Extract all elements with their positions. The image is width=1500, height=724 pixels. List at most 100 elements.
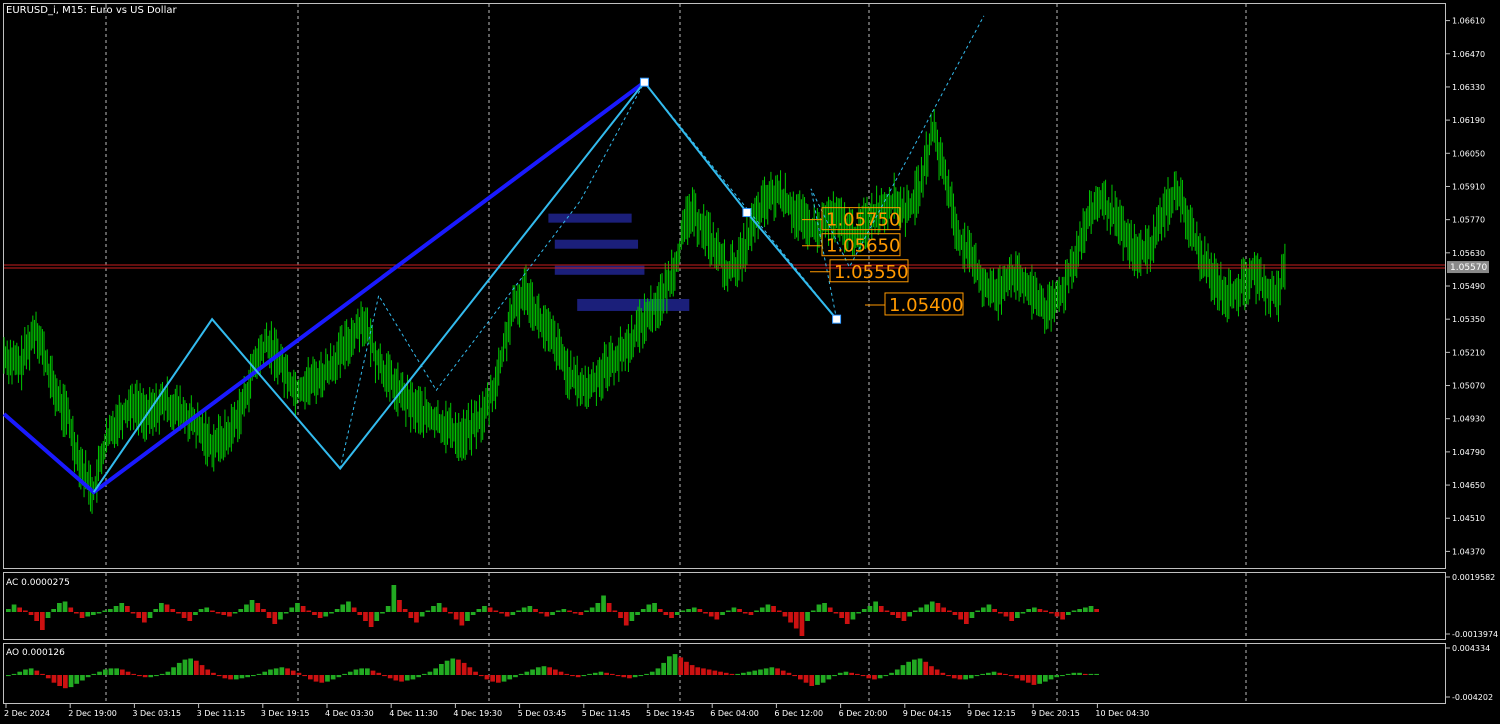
osc-bar — [968, 675, 974, 679]
osc-bar — [981, 607, 986, 612]
main-panel[interactable]: 1.05750 1.05650 1.05550 1.05400 EURUSD_i, M… — [2, 3, 1490, 569]
osc-bar — [187, 612, 193, 621]
osc-bar — [833, 612, 839, 614]
osc-bar — [827, 607, 833, 612]
current-price-tag-text: 1.05570 — [1450, 263, 1487, 273]
osc-bar — [627, 675, 632, 679]
osc-bar — [786, 672, 792, 675]
osc-bar — [221, 612, 227, 615]
osc-bar — [1025, 675, 1031, 683]
osc-bar — [775, 668, 780, 675]
osc-bar — [385, 606, 391, 612]
osc-bar — [416, 675, 421, 678]
osc-bar — [470, 612, 476, 615]
osc-bar — [527, 606, 533, 612]
y-tick-label: 1.05910 — [1452, 182, 1485, 191]
osc-bar — [1014, 675, 1020, 679]
osc-bar — [595, 603, 601, 612]
ao-y-tick-top: 0.004334 — [1452, 644, 1490, 653]
osc-bar — [376, 672, 382, 675]
osc-bar — [74, 612, 79, 614]
osc-bar — [170, 609, 176, 612]
osc-bar — [826, 675, 832, 680]
osc-bar — [703, 612, 708, 614]
x-tick-label: 4 Dec 19:30 — [453, 709, 502, 718]
osc-bar — [278, 612, 283, 620]
osc-bar — [1082, 673, 1088, 675]
y-tick-label: 1.05070 — [1452, 382, 1485, 391]
osc-bar — [860, 675, 866, 677]
osc-bar — [678, 657, 684, 675]
osc-bar — [501, 675, 507, 682]
osc-bar — [34, 670, 40, 675]
osc-bar — [45, 675, 51, 679]
osc-bar — [306, 610, 312, 612]
osc-bar — [459, 612, 465, 626]
osc-bar — [330, 675, 336, 680]
osc-bar — [427, 671, 433, 675]
osc-bar — [564, 673, 570, 675]
osc-bar — [763, 668, 769, 675]
y-tick-label: 1.05490 — [1452, 282, 1485, 291]
osc-bar — [23, 610, 28, 612]
osc-bar — [51, 675, 57, 683]
x-axis-time[interactable]: 2 Dec 2024 2 Dec 19:00 3 Dec 03:15 3 Dec 11… — [4, 704, 1149, 718]
osc-bar — [171, 667, 176, 675]
osc-bar — [850, 612, 856, 620]
osc-bar — [849, 672, 854, 675]
osc-bar — [861, 609, 867, 612]
osc-bar — [708, 612, 714, 617]
osc-bar — [958, 612, 963, 620]
osc-bar — [245, 675, 250, 678]
y-tick-label: 1.05350 — [1452, 315, 1485, 324]
osc-bar — [820, 675, 826, 683]
osc-bar — [113, 606, 119, 612]
osc-bar — [176, 662, 182, 675]
osc-bar — [912, 610, 918, 612]
trading-chart[interactable]: 1.05750 1.05650 1.05550 1.05400 EURUSD_i, M… — [0, 0, 1500, 724]
osc-bar — [444, 660, 450, 675]
osc-bar — [436, 603, 442, 612]
osc-bar — [598, 671, 604, 675]
osc-bar — [940, 672, 946, 675]
support-zone — [554, 265, 645, 275]
osc-bar — [1020, 612, 1026, 614]
osc-bar — [182, 659, 188, 675]
osc-bar — [273, 668, 279, 675]
osc-bar — [308, 675, 313, 680]
osc-bar — [839, 612, 844, 618]
osc-bar — [674, 612, 680, 615]
osc-bar — [448, 612, 453, 614]
osc-bar — [125, 606, 130, 612]
osc-bar — [11, 604, 17, 612]
osc-bar — [1043, 675, 1048, 682]
osc-bar — [872, 675, 877, 680]
osc-bar — [530, 669, 535, 675]
ao-panel[interactable]: AO 0.000126 0.004334 -0.004202 — [3, 643, 1494, 704]
osc-bar — [621, 675, 627, 678]
osc-bar — [137, 675, 142, 677]
osc-bar — [541, 666, 547, 675]
osc-bar — [334, 609, 340, 612]
ac-y-tick-bottom: -0.0013974 — [1452, 630, 1498, 639]
ac-panel[interactable]: AC 0.0000275 0.0019582 -0.0013974 — [3, 572, 1499, 640]
osc-bar — [1009, 612, 1014, 621]
osc-bar — [975, 610, 980, 612]
osc-bar — [227, 612, 232, 617]
x-tick-label: 9 Dec 12:15 — [967, 709, 1016, 718]
osc-bar — [661, 662, 666, 675]
osc-bar — [228, 675, 233, 680]
x-tick-label: 6 Dec 20:00 — [839, 709, 888, 718]
osc-bar — [504, 612, 510, 617]
y-axis-main[interactable]: 1.06610 1.06470 1.06330 1.06190 1.06050 1.059… — [1445, 17, 1485, 557]
osc-bar — [153, 609, 159, 612]
osc-bar — [589, 607, 595, 612]
osc-bar — [769, 667, 775, 675]
osc-bar — [1015, 612, 1020, 618]
osc-bar — [442, 607, 448, 612]
main-panel-title: EURUSD_i, M15: Euro vs US Dollar — [6, 5, 177, 16]
osc-bar — [85, 675, 91, 678]
osc-bar — [680, 610, 686, 612]
osc-bar — [295, 603, 300, 612]
osc-bar — [391, 585, 397, 612]
